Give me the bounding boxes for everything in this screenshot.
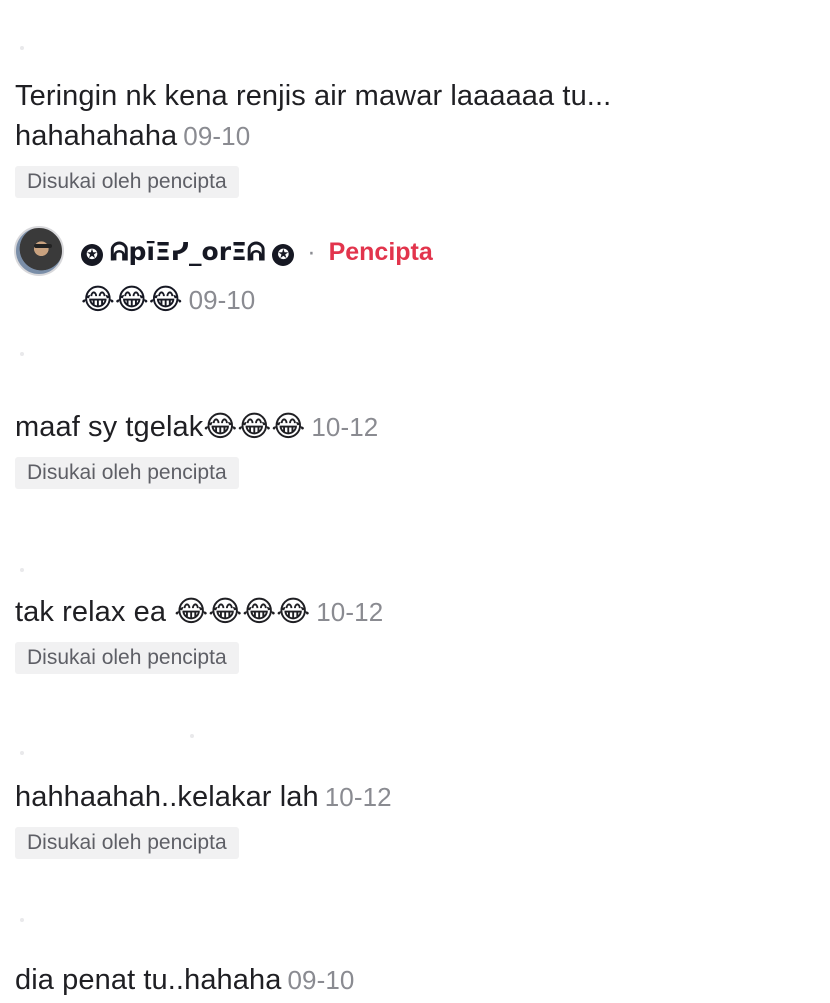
reply-text: 😂😂😂 09-10 <box>81 280 255 320</box>
divider-dot <box>20 46 24 50</box>
liked-by-creator-badge: Disukai oleh pencipta <box>15 642 239 674</box>
comment-timestamp: 10-12 <box>324 782 392 812</box>
comment-item[interactable]: Teringin nk kena renjis air mawar laaaaa… <box>15 76 815 198</box>
star-badge-icon: ✪ <box>81 244 103 266</box>
comment-body: hahhaahah..kelakar lah <box>15 781 319 813</box>
comment-text: dia penat tu..hahaha 09-10 <box>15 960 815 1000</box>
comment-timestamp: 10-12 <box>311 412 379 442</box>
reply-emoji: 😂😂😂 <box>81 284 183 316</box>
comment-item[interactable]: hahhaahah..kelakar lah 10-12 Disukai oleh… <box>15 777 815 859</box>
comment-body: maaf sy tgelak <box>15 411 204 443</box>
avatar[interactable] <box>14 226 64 276</box>
comment-item[interactable]: dia penat tu..hahaha 09-10 <box>15 960 815 1000</box>
comment-timestamp: 09-10 <box>287 965 355 995</box>
separator: · <box>307 238 316 266</box>
comment-timestamp: 09-10 <box>183 121 251 151</box>
liked-by-creator-badge: Disukai oleh pencipta <box>15 827 239 859</box>
comment-text: tak relax ea 😂😂😂😂 10-12 <box>15 592 815 632</box>
creator-label: Pencipta <box>328 238 433 266</box>
comment-emoji: 😂😂😂😂 <box>174 596 311 628</box>
comment-body: Teringin nk kena renjis air mawar laaaaa… <box>15 80 612 112</box>
comment-item[interactable]: maaf sy tgelak😂😂😂 10-12 Disukai oleh penc… <box>15 407 815 489</box>
divider-dot <box>20 568 24 572</box>
comment-timestamp: 10-12 <box>316 597 384 627</box>
comment-body: tak relax ea <box>15 596 167 628</box>
comment-body-line2: hahahahaha <box>15 120 178 152</box>
comment-text: Teringin nk kena renjis air mawar laaaaa… <box>15 76 815 156</box>
divider-dot <box>20 751 24 755</box>
comment-emoji: 😂😂😂 <box>203 411 306 443</box>
reply-timestamp: 09-10 <box>188 285 256 315</box>
divider-dot <box>20 918 24 922</box>
creator-reply[interactable]: ✪ ᕱpīΞᓯ_orΞᕱ ✪ · Pencipta 😂😂😂 09-10 <box>14 226 815 326</box>
star-badge-icon: ✪ <box>272 244 295 266</box>
comment-item[interactable]: tak relax ea 😂😂😂😂 10-12 Disukai oleh penc… <box>15 592 815 674</box>
comment-text: hahhaahah..kelakar lah 10-12 <box>15 777 815 817</box>
reply-header: ✪ ᕱpīΞᓯ_orΞᕱ ✪ · Pencipta <box>81 236 433 268</box>
divider-dot <box>190 734 194 738</box>
comment-body: dia penat tu..hahaha <box>15 964 282 996</box>
username[interactable]: ᕱpīΞᓯ_orΞᕱ <box>110 237 265 266</box>
comment-text: maaf sy tgelak😂😂😂 10-12 <box>15 407 815 447</box>
divider-dot <box>20 352 24 356</box>
liked-by-creator-badge: Disukai oleh pencipta <box>15 166 239 198</box>
liked-by-creator-badge: Disukai oleh pencipta <box>15 457 239 489</box>
